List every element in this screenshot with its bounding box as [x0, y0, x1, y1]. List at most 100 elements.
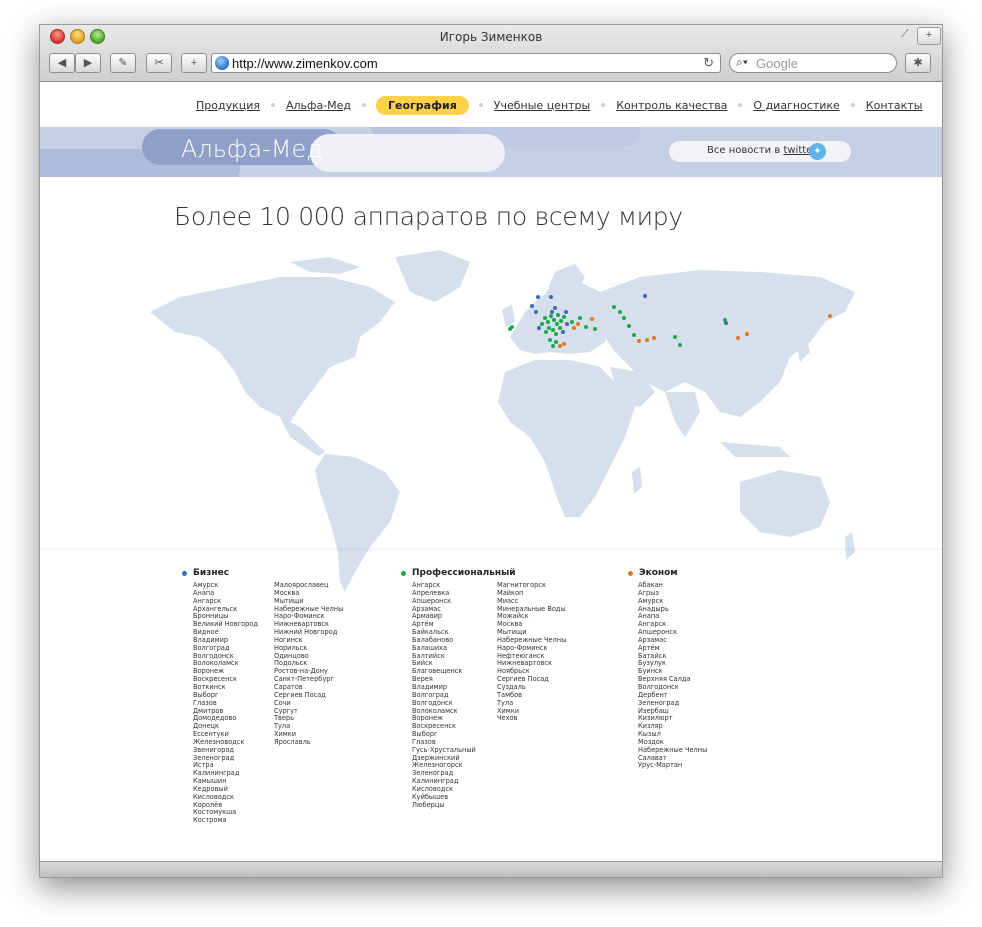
- nav-item-2[interactable]: Альфа-Мед: [285, 99, 352, 112]
- device-location-point: [578, 316, 582, 320]
- nav-separator-dot: [601, 103, 606, 107]
- device-location-point: [570, 320, 574, 324]
- device-location-point: [530, 304, 534, 308]
- professional-cities-col1: Ангарск Апрелевка Апшеронск Арзамас Армавир А…: [412, 581, 476, 809]
- device-location-point: [576, 322, 580, 326]
- madagascar-landmass: [632, 467, 642, 494]
- device-location-point: [652, 336, 656, 340]
- back-button[interactable]: ◀: [49, 53, 75, 73]
- legend-professional-title: Профессиональный: [412, 568, 516, 578]
- toolbar-toggle-button[interactable]: +: [917, 27, 941, 45]
- snippet-icon[interactable]: ✂: [146, 53, 172, 73]
- device-location-point: [552, 318, 556, 322]
- device-location-point: [549, 295, 553, 299]
- section-divider: [40, 548, 942, 552]
- device-location-point: [564, 310, 568, 314]
- address-bar[interactable]: http://www.zimenkov.com ↻: [211, 53, 721, 73]
- add-bookmark-button[interactable]: +: [181, 53, 207, 73]
- device-location-point: [551, 328, 555, 332]
- device-location-point: [637, 339, 641, 343]
- device-location-point: [543, 316, 547, 320]
- device-location-point: [736, 336, 740, 340]
- browser-toolbar: Игорь Зименков ⟋ + ◀ ▶ ✎ ✂ + http://www.…: [40, 25, 942, 82]
- device-location-point: [540, 322, 544, 326]
- legend-economy-title: Эконом: [639, 568, 678, 578]
- nav-item-6[interactable]: О диагностике: [752, 99, 840, 112]
- edit-page-icon[interactable]: ✎: [110, 53, 136, 73]
- device-location-point: [562, 342, 566, 346]
- australia-landmass: [740, 470, 830, 537]
- africa-landmass: [498, 360, 635, 517]
- north-america-landmass: [150, 277, 395, 422]
- device-location-point: [618, 310, 622, 314]
- web-page: Продукция Альфа-Мед География Учебные центр…: [40, 82, 942, 862]
- south-america-landmass: [315, 454, 400, 592]
- browser-window: Игорь Зименков ⟋ + ◀ ▶ ✎ ✂ + http://www.…: [39, 24, 943, 878]
- device-location-point: [562, 315, 566, 319]
- status-bar: [40, 861, 942, 877]
- device-location-point: [555, 322, 559, 326]
- nav-separator-dot: [271, 103, 275, 107]
- nav-separator-dot: [738, 103, 743, 107]
- new-zealand-landmass: [845, 532, 855, 560]
- nav-item-7[interactable]: Контакты: [865, 99, 924, 112]
- forward-button[interactable]: ▶: [75, 53, 101, 73]
- device-location-point: [554, 332, 558, 336]
- device-location-point: [549, 314, 553, 318]
- legend-business-title: Бизнес: [193, 568, 230, 578]
- legend-economy: Эконом: [628, 568, 678, 578]
- device-location-point: [612, 305, 616, 309]
- device-location-point: [593, 327, 597, 331]
- page-heading: Более 10 000 аппаратов по всему миру: [174, 202, 683, 231]
- bug-icon[interactable]: ✱: [905, 53, 931, 73]
- device-location-point: [673, 335, 677, 339]
- device-location-point: [558, 344, 562, 348]
- nav-item-1[interactable]: Продукция: [195, 99, 261, 112]
- nav-separator-dot: [362, 103, 367, 107]
- city-item: Кострома: [193, 816, 227, 825]
- legend-professional: Профессиональный: [401, 568, 516, 578]
- device-location-point: [572, 326, 576, 330]
- window-title: Игорь Зименков: [439, 30, 543, 44]
- device-location-point: [553, 306, 557, 310]
- device-location-point: [537, 326, 541, 330]
- device-location-point: [544, 330, 548, 334]
- resize-grip-icon: ⟋: [901, 28, 909, 40]
- business-cities-col1: Амурск Анапа Ангарск Архангельск Бронницы Вел…: [193, 581, 258, 825]
- twitter-bird-icon[interactable]: ✦: [809, 143, 826, 160]
- device-location-point: [590, 317, 594, 321]
- nav-item-4[interactable]: Учебные центры: [493, 99, 591, 112]
- device-location-point: [678, 343, 682, 347]
- city-item: Урус-Мартан: [638, 761, 683, 770]
- search-field[interactable]: ⌕▾ Google: [729, 53, 897, 73]
- news-link-pill[interactable]: Все новости в twitter ✦: [669, 141, 851, 162]
- indonesia-landmass: [720, 442, 790, 457]
- device-location-point: [565, 322, 569, 326]
- professional-cities-col2: Магнитогорск Майкоп Миасс Минеральные Воды М…: [497, 581, 566, 723]
- economy-cities-col1: Абакан Агрыз Амурск Анадырь Анапа Ангарск Апше…: [638, 581, 707, 770]
- device-location-point: [550, 310, 554, 314]
- business-dot-icon: [182, 570, 187, 576]
- news-prefix: Все новости в: [707, 145, 781, 156]
- device-location-point: [622, 316, 626, 320]
- device-location-point: [547, 326, 551, 330]
- city-item: Люберцы: [412, 800, 445, 809]
- device-location-point: [559, 319, 563, 323]
- uk-landmass: [502, 304, 515, 327]
- url-text[interactable]: http://www.zimenkov.com: [232, 56, 378, 71]
- reload-icon[interactable]: ↻: [703, 55, 714, 71]
- device-location-point: [558, 326, 562, 330]
- city-item: Ярославль: [274, 737, 311, 746]
- device-location-point: [534, 310, 538, 314]
- device-location-point: [584, 325, 588, 329]
- india-landmass: [665, 392, 700, 437]
- nav-item-3[interactable]: География: [376, 95, 469, 115]
- professional-dot-icon: [401, 570, 406, 576]
- device-location-point: [627, 324, 631, 328]
- central-america-landmass: [280, 417, 325, 456]
- nav-item-5[interactable]: Контроль качества: [615, 99, 728, 112]
- device-location-point: [510, 325, 514, 329]
- greenland-landmass: [395, 250, 470, 302]
- device-location-point: [561, 330, 565, 334]
- search-icon[interactable]: ⌕▾: [736, 55, 748, 70]
